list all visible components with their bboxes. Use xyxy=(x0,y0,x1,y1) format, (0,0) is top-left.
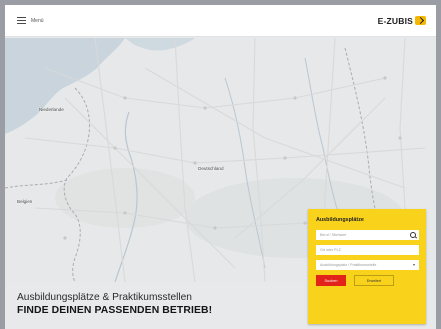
chevron-down-icon: ▾ xyxy=(412,262,415,267)
keyword-placeholder: Beruf / Stichwort xyxy=(320,233,347,237)
hero-heading: Ausbildungsplätze & Praktikumsstellen FI… xyxy=(17,292,307,317)
hamburger-icon xyxy=(17,17,26,25)
type-select[interactable]: Ausbildungsplatz / Praktikumsstelle ▾ xyxy=(316,260,419,270)
advanced-search-button[interactable]: Erweitert xyxy=(354,275,394,286)
hero-title: FINDE DEINEN PASSENDEN BETRIEB! xyxy=(17,305,213,316)
keyword-input[interactable]: Beruf / Stichwort xyxy=(316,230,419,240)
search-button[interactable]: Suchen xyxy=(316,275,346,286)
map-label-germany: Deutschland xyxy=(198,166,224,171)
terrain-shade xyxy=(55,168,195,228)
location-input[interactable]: Ort oder PLZ xyxy=(316,245,419,255)
search-panel: Ausbildungsplätze Beruf / Stichwort Ort … xyxy=(308,209,426,324)
location-placeholder: Ort oder PLZ xyxy=(320,248,341,252)
search-actions: Suchen Erweitert xyxy=(316,275,419,286)
menu-button[interactable]: Menü xyxy=(17,17,44,25)
browser-viewport: Menü E-ZUBIS Niederlande Belgien Deutsch… xyxy=(5,5,436,329)
top-navigation-bar: Menü E-ZUBIS xyxy=(5,5,436,37)
map-label-netherlands: Niederlande xyxy=(39,107,64,112)
site-logo[interactable]: E-ZUBIS xyxy=(378,16,426,26)
menu-label: Menü xyxy=(31,17,44,24)
hero-subtitle: Ausbildungsplätze & Praktikumsstellen xyxy=(17,292,192,303)
logo-check-icon xyxy=(415,16,426,25)
logo-text: E-ZUBIS xyxy=(377,15,413,26)
type-select-value: Ausbildungsplatz / Praktikumsstelle xyxy=(320,263,377,267)
search-icon[interactable] xyxy=(410,232,416,238)
search-panel-title: Ausbildungsplätze xyxy=(316,217,364,223)
map-label-belgium: Belgien xyxy=(17,199,33,204)
